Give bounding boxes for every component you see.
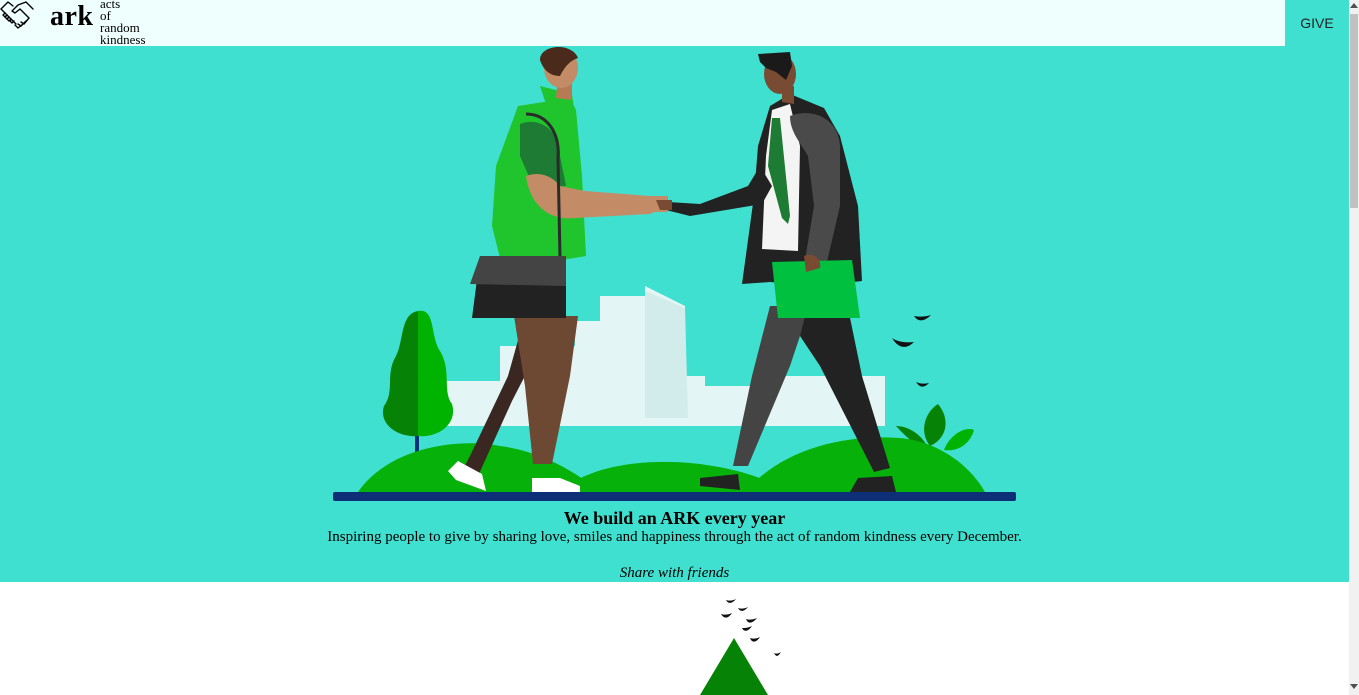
tree-left bbox=[382, 310, 454, 461]
give-button[interactable]: GIVE bbox=[1285, 0, 1349, 46]
vertical-scrollbar[interactable] bbox=[1349, 0, 1359, 695]
tagline-word: kindness bbox=[100, 32, 146, 47]
ground-line bbox=[333, 492, 1016, 501]
handshake-icon[interactable] bbox=[0, 0, 34, 30]
scrollbar-thumb[interactable] bbox=[1350, 14, 1358, 208]
tree-top bbox=[700, 638, 768, 695]
scroll-down-arrow-icon[interactable] bbox=[1350, 684, 1358, 689]
tree-birds-illustration bbox=[700, 599, 781, 695]
brand-tagline: acts of random kindness bbox=[100, 0, 146, 46]
share-with-friends-link[interactable]: Share with friends bbox=[0, 564, 1349, 582]
hero-title: We build an ARK every year bbox=[563, 508, 786, 528]
scroll-up-arrow-icon[interactable] bbox=[1350, 3, 1358, 8]
handshake-illustration bbox=[333, 46, 1016, 501]
brand-name[interactable]: ark bbox=[50, 2, 94, 32]
bird-icon bbox=[892, 315, 931, 387]
site-header: ark acts of random kindness GIVE bbox=[0, 0, 1349, 46]
hero-section: We build an ARK every year Inspiring peo… bbox=[0, 46, 1349, 582]
hero-subtitle: Inspiring people to give by sharing love… bbox=[327, 529, 1022, 545]
